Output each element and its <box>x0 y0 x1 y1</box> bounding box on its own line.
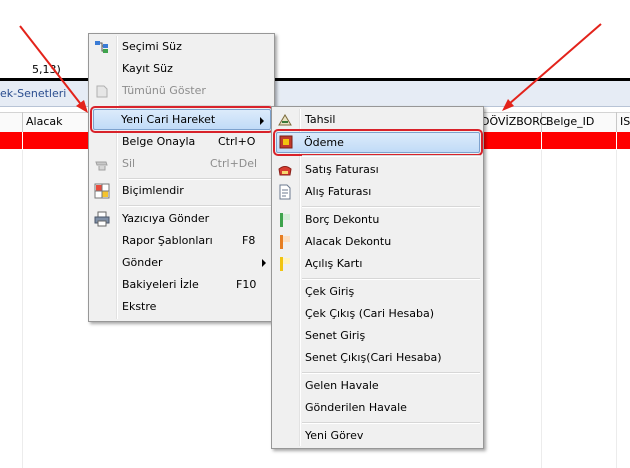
menu-label: Seçimi Süz <box>122 40 182 53</box>
submenu-arrow-icon <box>262 259 266 267</box>
menu-label: Açılış Kartı <box>305 257 363 270</box>
submenu-item-borc-dekontu[interactable]: Borç Dekontu <box>274 209 481 231</box>
debit-note-icon <box>280 213 290 227</box>
context-menu: Seçimi Süz Kayıt Süz Tümünü Göster Yeni … <box>88 33 275 322</box>
menu-item-secimi-suz[interactable]: Seçimi Süz <box>91 36 272 58</box>
menu-label: Borç Dekontu <box>305 213 380 226</box>
submenu-item-senet-cikis[interactable]: Senet Çıkış(Cari Hesaba) <box>274 347 481 369</box>
arrow-left-icon <box>19 25 88 113</box>
menu-label: Gönderilen Havale <box>305 401 407 414</box>
menu-label: Satış Faturası <box>305 163 379 176</box>
menu-label: Ödeme <box>304 136 344 149</box>
credit-note-icon <box>280 235 290 249</box>
menu-label: Kayıt Süz <box>122 62 173 75</box>
menu-separator <box>119 205 271 207</box>
menu-label: Tümünü Göster <box>122 84 206 97</box>
menu-item-bicimlendir[interactable]: Biçimlendir <box>91 180 272 202</box>
filter-selection-icon <box>95 41 108 53</box>
submenu-item-acilis-karti[interactable]: Açılış Kartı <box>274 253 481 275</box>
format-icon <box>94 183 110 199</box>
menu-item-bakiyeleri-izle[interactable]: Bakiyeleri İzle F10 <box>91 274 272 296</box>
menu-label: Alacak Dekontu <box>305 235 392 248</box>
menu-label: Gönder <box>122 256 163 269</box>
submenu-item-gonderilen-havale[interactable]: Gönderilen Havale <box>274 397 481 419</box>
menu-item-yeni-cari-hareket[interactable]: Yeni Cari Hareket <box>90 106 274 133</box>
submenu-item-cek-giris[interactable]: Çek Giriş <box>274 281 481 303</box>
menu-separator <box>302 422 480 424</box>
menu-label: Gelen Havale <box>305 379 379 392</box>
menu-label: Senet Çıkış(Cari Hesaba) <box>305 351 442 364</box>
menu-item-tumunu-goster[interactable]: Tümünü Göster <box>91 80 272 102</box>
menu-label: Çek Çıkış (Cari Hesaba) <box>305 307 435 320</box>
printer-icon <box>94 211 110 227</box>
menu-label: Sil <box>122 157 136 170</box>
menu-label: Yeni Görev <box>305 429 364 442</box>
menu-item-gonder[interactable]: Gönder <box>91 252 272 274</box>
menu-label: Belge Onayla <box>122 135 196 148</box>
menu-shortcut: F10 <box>236 278 257 291</box>
menu-label: Yeni Cari Hareket <box>121 113 216 126</box>
menu-item-sil[interactable]: Sil Ctrl+Del <box>91 153 272 175</box>
menu-shortcut: Ctrl+O <box>218 135 256 148</box>
menu-label: Bakiyeleri İzle <box>122 278 199 291</box>
menu-separator <box>302 155 480 157</box>
menu-item-kayit-suz[interactable]: Kayıt Süz <box>91 58 272 80</box>
arrow-right-icon <box>502 23 602 111</box>
menu-item-belge-onayla[interactable]: Belge Onayla Ctrl+O <box>91 131 272 153</box>
submenu-item-odeme[interactable]: Ödeme <box>273 129 483 156</box>
menu-item-rapor-sablonlari[interactable]: Rapor Şablonları F8 <box>91 230 272 252</box>
menu-label: Ekstre <box>122 300 157 313</box>
submenu-item-tahsil[interactable]: Tahsil <box>274 109 481 131</box>
menu-label: Senet Giriş <box>305 329 366 342</box>
submenu-item-alis-faturasi[interactable]: Alış Faturası <box>274 181 481 203</box>
purchase-invoice-icon <box>279 184 291 200</box>
menu-label: Tahsil <box>305 113 336 126</box>
menu-shortcut: F8 <box>242 234 256 247</box>
payment-icon <box>279 135 293 149</box>
menu-label: Rapor Şablonları <box>122 234 213 247</box>
sales-invoice-icon <box>278 166 292 176</box>
show-all-icon <box>96 85 108 98</box>
submenu-item-gelen-havale[interactable]: Gelen Havale <box>274 375 481 397</box>
submenu-item-senet-giris[interactable]: Senet Giriş <box>274 325 481 347</box>
menu-label: Biçimlendir <box>122 184 184 197</box>
collect-icon <box>278 114 292 126</box>
menu-separator <box>302 372 480 374</box>
submenu-item-yeni-gorev[interactable]: Yeni Görev <box>274 425 481 447</box>
submenu-yeni-cari-hareket: Tahsil Ödeme Satış Faturası Alış Faturas… <box>271 106 484 449</box>
menu-label: Yazıcıya Gönder <box>122 212 210 225</box>
submenu-arrow-icon <box>260 117 264 125</box>
delete-icon <box>95 161 108 171</box>
submenu-item-satis-faturasi[interactable]: Satış Faturası <box>274 159 481 181</box>
menu-label: Alış Faturası <box>305 185 372 198</box>
opening-card-icon <box>280 257 290 271</box>
menu-item-ekstre[interactable]: Ekstre <box>91 296 272 318</box>
menu-shortcut: Ctrl+Del <box>210 157 258 170</box>
submenu-item-alacak-dekontu[interactable]: Alacak Dekontu <box>274 231 481 253</box>
menu-separator <box>302 206 480 208</box>
submenu-item-cek-cikis[interactable]: Çek Çıkış (Cari Hesaba) <box>274 303 481 325</box>
menu-label: Çek Giriş <box>305 285 355 298</box>
menu-separator <box>302 278 480 280</box>
menu-item-yaziciya-gonder[interactable]: Yazıcıya Gönder <box>91 208 272 230</box>
menu-separator <box>119 105 271 107</box>
